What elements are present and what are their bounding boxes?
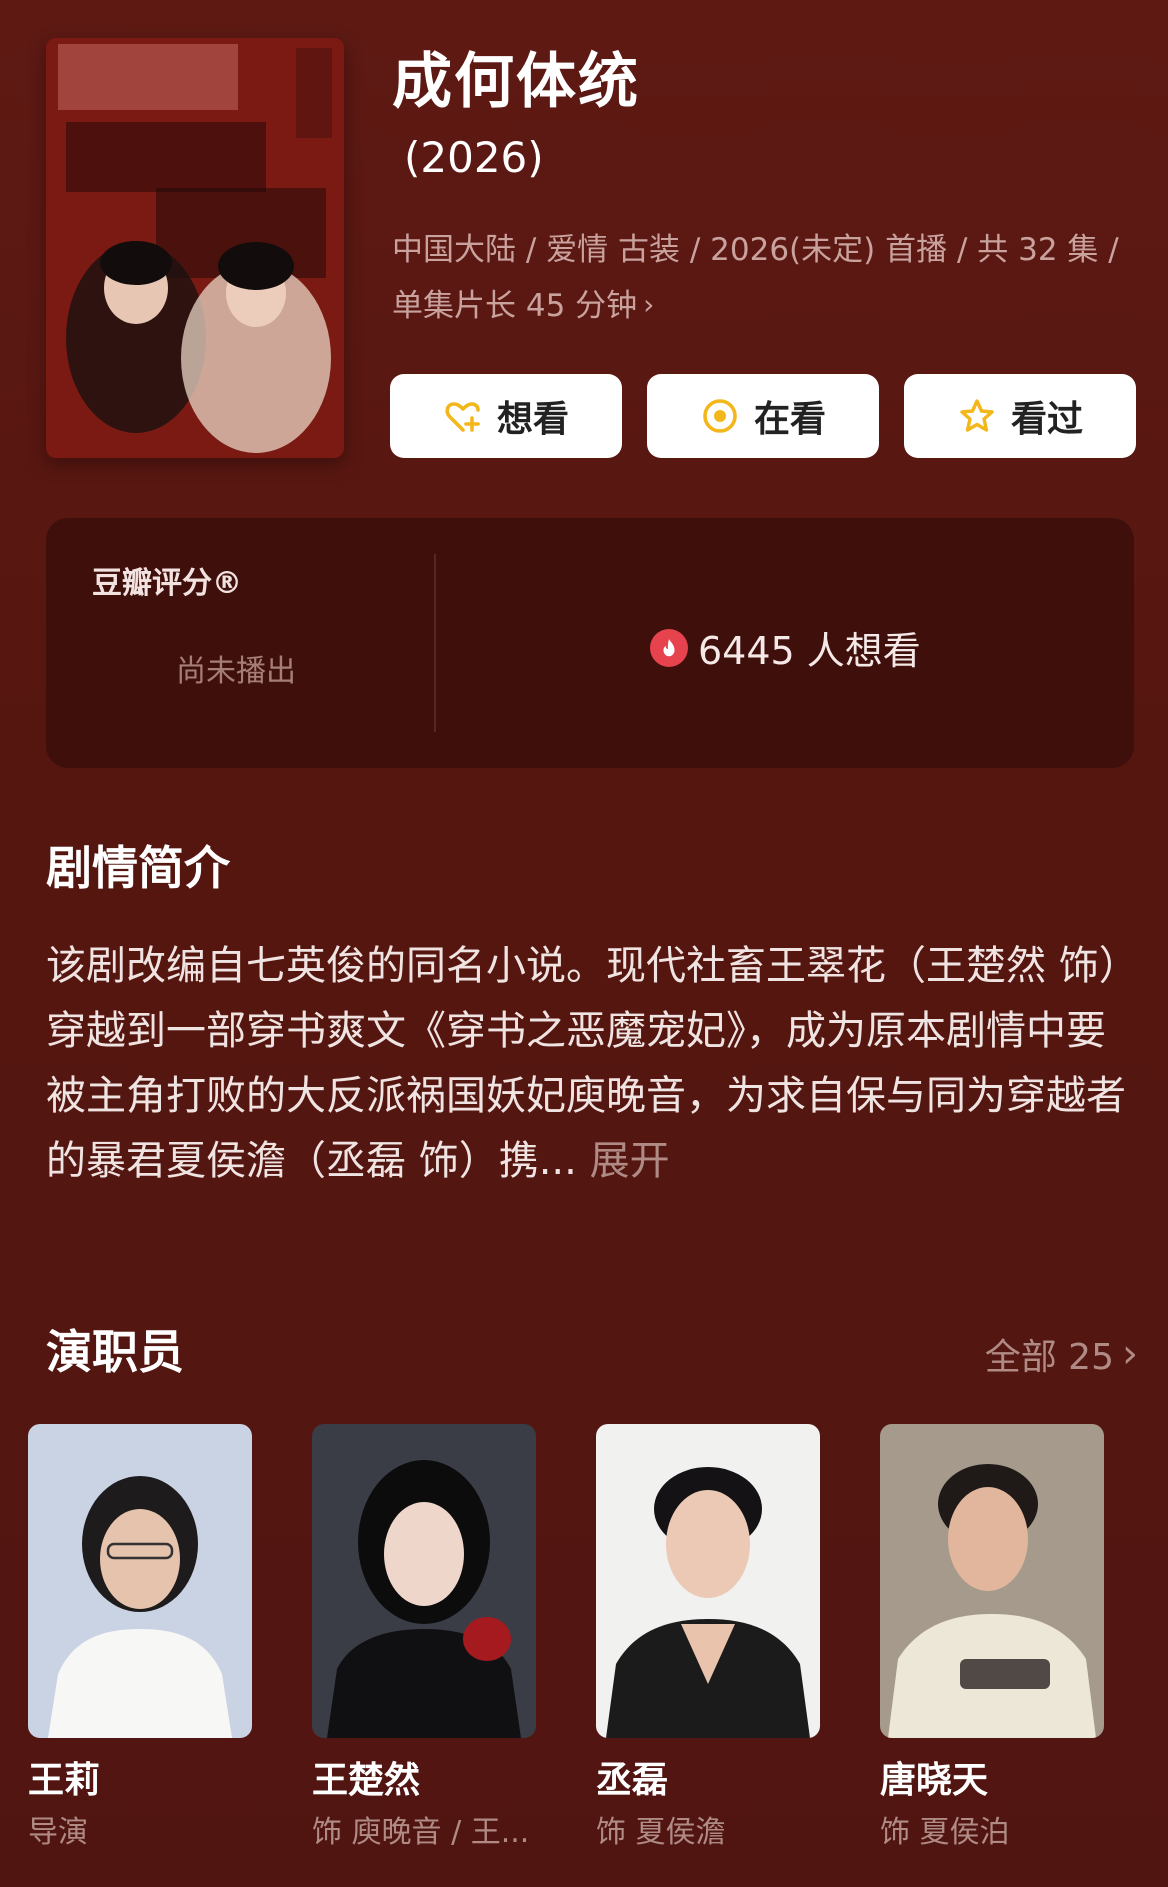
synopsis-body: 该剧改编自七英俊的同名小说。现代社畜王翠花（王楚然 饰）穿越到一部穿书爽文《穿书… <box>46 943 1126 1184</box>
want-to-watch-label: 想看 <box>496 399 569 440</box>
page: 成何体统 (2026) 中国大陆 / 爱情 古装 / 2026(未定) 首播 /… <box>0 0 1168 1887</box>
star-icon <box>960 399 994 432</box>
cast-item[interactable]: 王莉 导演 <box>28 1424 252 1856</box>
cast-item[interactable]: 唐晓天 饰 夏侯泊 <box>880 1424 1104 1856</box>
rating-status: 尚未播出 <box>176 654 296 689</box>
cast-list: 王莉 导演 王楚然 饰 庾晚音 / 王... 丞磊 饰 夏侯澹 唐晓天 饰 夏侯… <box>28 1424 1104 1856</box>
cast-photo <box>28 1424 252 1738</box>
flame-icon <box>650 628 688 667</box>
heart-plus-icon <box>445 402 480 432</box>
meta-line-1: 中国大陆 / 爱情 古装 / 2026(未定) 首播 / 共 32 集 / <box>392 232 1119 268</box>
meta-line-2-text: 单集片长 45 分钟 <box>392 288 638 324</box>
cast-all-label: 全部 25 <box>984 1337 1114 1378</box>
cast-photo <box>880 1424 1104 1738</box>
cast-item[interactable]: 丞磊 饰 夏侯澹 <box>596 1424 820 1856</box>
cast-name: 丞磊 <box>596 1760 669 1801</box>
cast-name: 王楚然 <box>312 1760 421 1801</box>
cast-role: 导演 <box>28 1815 88 1850</box>
chevron-right-icon: › <box>643 288 655 321</box>
cast-role: 饰 夏侯泊 <box>880 1815 1010 1850</box>
target-icon <box>703 399 737 433</box>
cast-photo <box>596 1424 820 1738</box>
cast-name: 唐晓天 <box>880 1760 989 1801</box>
expand-link[interactable]: 展开 <box>590 1138 670 1184</box>
watched-label: 看过 <box>1010 399 1083 440</box>
rating-divider <box>434 554 436 732</box>
rating-card[interactable]: 豆瓣评分® 尚未播出 6445 人想看 <box>46 518 1134 768</box>
cast-all-link[interactable]: 全部 25 › <box>985 1328 1138 1380</box>
cast-name: 王莉 <box>28 1760 101 1801</box>
synopsis-text[interactable]: 该剧改编自七英俊的同名小说。现代社畜王翠花（王楚然 饰）穿越到一部穿书爽文《穿书… <box>46 934 1126 1194</box>
cast-role: 饰 夏侯澹 <box>596 1815 726 1850</box>
show-meta[interactable]: 中国大陆 / 爱情 古装 / 2026(未定) 首播 / 共 32 集 / 单集… <box>392 222 1132 335</box>
want-count-text: 6445 人想看 <box>698 629 921 673</box>
synopsis-title: 剧情简介 <box>46 841 230 895</box>
douban-rating-label: 豆瓣评分® <box>92 566 242 601</box>
action-buttons: 想看 在看 看过 <box>390 374 1136 458</box>
watching-label: 在看 <box>753 399 826 440</box>
meta-line-2: 单集片长 45 分钟 › <box>392 278 1132 335</box>
want-to-watch-button[interactable]: 想看 <box>390 374 622 458</box>
cast-photo <box>312 1424 536 1738</box>
want-count: 6445 人想看 <box>650 620 921 675</box>
poster-image[interactable] <box>46 38 344 458</box>
watching-button[interactable]: 在看 <box>647 374 879 458</box>
show-title: 成何体统 <box>392 47 640 117</box>
cast-title: 演职员 <box>46 1325 184 1379</box>
cast-role: 饰 庾晚音 / 王... <box>312 1815 530 1850</box>
cast-item[interactable]: 王楚然 饰 庾晚音 / 王... <box>312 1424 536 1856</box>
show-year: (2026) <box>404 133 544 182</box>
chevron-right-icon: › <box>1122 1331 1138 1377</box>
watched-button[interactable]: 看过 <box>904 374 1136 458</box>
